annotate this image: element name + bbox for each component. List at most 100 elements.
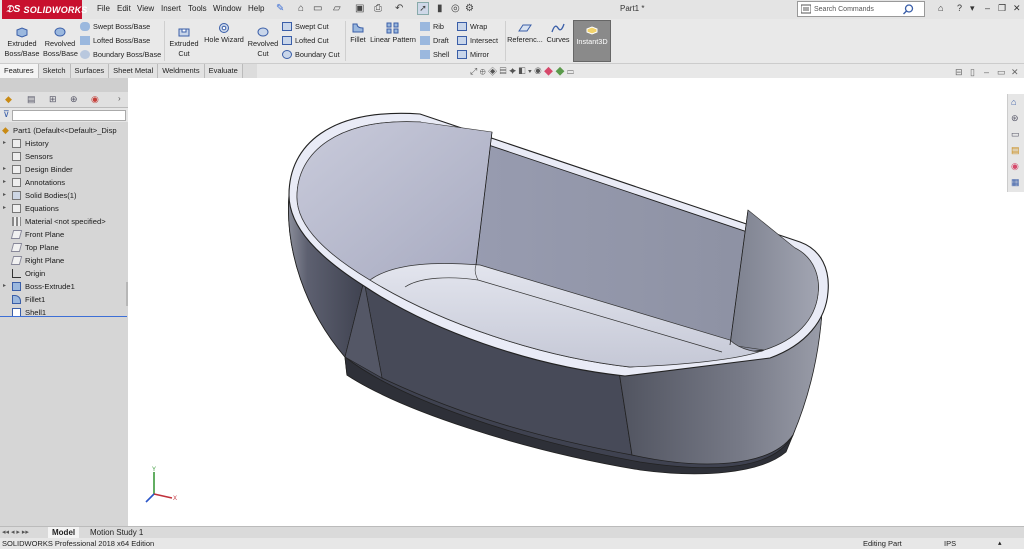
rollback-bar[interactable] [0,316,127,317]
minimize-icon[interactable]: – [985,3,990,13]
lofted-cut-button[interactable]: Lofted Cut [282,36,329,45]
apply-scene-icon[interactable]: ◆ [556,66,565,76]
reference-geometry-button[interactable]: Referenc... [507,22,543,45]
intersect-button[interactable]: Intersect [457,36,498,45]
expand-arrow-icon[interactable]: ▸ [3,202,6,215]
tree-item-boss-extrude1[interactable]: ▸ Boss-Extrude1 [0,280,128,293]
dimxpert-icon[interactable]: ⊕ [70,94,78,105]
tab-surfaces[interactable]: Surfaces [70,64,110,78]
menu-help[interactable]: Help [248,4,264,13]
zoom-area-icon[interactable]: ⊕ [480,66,486,76]
section-view-icon[interactable]: ▤ [500,66,507,76]
rebuild-icon[interactable]: ◎ [451,3,460,14]
graphics-area[interactable]: Y X [128,78,1024,526]
expand-arrow-icon[interactable]: ▸ [3,163,6,176]
account-icon[interactable]: ⌂ [938,3,943,13]
help-dropdown-icon[interactable]: ▾ [970,3,975,14]
design-library-icon[interactable]: ⊛ [1011,113,1019,124]
home-icon[interactable]: ⌂ [298,3,304,14]
tree-item-history[interactable]: ▸ History [0,137,128,150]
swept-boss-button[interactable]: Swept Boss/Base [80,22,150,31]
menu-view[interactable]: View [137,4,154,13]
shell-button[interactable]: Shell [420,50,449,59]
expand-arrow-icon[interactable]: ▸ [3,280,6,293]
print-icon[interactable]: ⎙ [374,3,382,14]
file-explorer-icon[interactable]: ▭ [1011,129,1020,140]
select-icon[interactable]: ➚ [417,2,429,15]
tab-evaluate[interactable]: Evaluate [204,64,243,78]
property-manager-icon[interactable]: ▤ [27,94,36,105]
menu-tools[interactable]: Tools [188,4,207,13]
tree-item-right-plane[interactable]: Right Plane [0,254,128,267]
filter-icon[interactable]: ⊽ [3,109,10,120]
expand-arrow-icon[interactable]: ▸ [3,176,6,189]
zoom-fit-icon[interactable]: ⤢ [470,66,477,76]
tree-item-design-binder[interactable]: ▸ Design Binder [0,163,128,176]
undo-icon[interactable]: ↶ [395,3,403,14]
menu-window[interactable]: Window [213,4,241,13]
configuration-manager-icon[interactable]: ⊞ [49,94,57,105]
help-icon[interactable]: ? [957,3,962,13]
hide-show-icon[interactable]: ◉ [534,66,541,76]
view-orientation-icon[interactable]: ◧ [519,66,526,76]
feature-manager-icon[interactable]: ◆ [5,94,12,105]
search-icon[interactable] [903,4,914,17]
menu-file[interactable]: File [97,4,110,13]
tab-weldments[interactable]: Weldments [158,64,205,78]
viewport-restore-icon[interactable]: ⊟ [955,67,963,78]
appearances-icon[interactable]: ◉ [1011,161,1019,172]
dynamic-annotation-icon[interactable]: ✦ [509,66,516,76]
swept-cut-button[interactable]: Swept Cut [282,22,329,31]
tree-item-front-plane[interactable]: Front Plane [0,228,128,241]
viewport-tile-icon[interactable]: ▯ [970,67,975,78]
boundary-boss-button[interactable]: Boundary Boss/Base [80,50,161,59]
tree-item-fillet1[interactable]: Fillet1 [0,293,128,306]
revolved-cut-button[interactable]: Revolved Cut [246,26,280,59]
tree-root-part[interactable]: ◆ Part1 (Default<<Default>_Disp [0,124,128,137]
tree-item-solid-bodies[interactable]: ▸ Solid Bodies(1) [0,189,128,202]
draft-button[interactable]: Draft [420,36,449,45]
panel-expand-icon[interactable]: › [118,94,121,103]
viewport-close-icon[interactable]: ✕ [1011,67,1019,78]
instant3d-button[interactable]: Instant3D [573,20,611,62]
tree-item-sensors[interactable]: Sensors [0,150,128,163]
open-icon[interactable]: ▱ [333,3,341,14]
revolved-boss-button[interactable]: Revolved Boss/Base [43,26,78,59]
view-settings-icon[interactable]: ▭ [567,66,574,76]
view-palette-icon[interactable]: ▤ [1011,145,1020,156]
tab-sketch[interactable]: Sketch [38,64,71,78]
resources-icon[interactable]: ⌂ [1011,97,1016,107]
status-dropdown-icon[interactable]: ▴ [998,538,1002,549]
lofted-boss-button[interactable]: Lofted Boss/Base [80,36,150,45]
expand-arrow-icon[interactable]: ▸ [3,189,6,202]
menu-edit[interactable]: Edit [117,4,131,13]
viewport-maximize-icon[interactable]: ▭ [997,67,1006,78]
traffic-light-icon[interactable]: ▮ [437,3,443,14]
tree-item-annotations[interactable]: ▸ Annotations [0,176,128,189]
custom-properties-icon[interactable]: ▦ [1011,177,1020,188]
tree-item-shell1[interactable]: Shell1 [0,306,128,319]
curves-button[interactable]: Curves [544,22,572,45]
tab-features[interactable]: Features [0,64,39,78]
edit-appearance-icon[interactable]: ◆ [544,66,553,76]
status-units[interactable]: IPS [944,538,956,549]
display-style-icon[interactable]: ▾ [528,66,532,76]
search-commands-input[interactable]: Search Commands [797,1,925,17]
hole-wizard-button[interactable]: Hole Wizard [202,22,246,45]
pin-icon[interactable]: ✎ [276,3,284,14]
tree-filter-input[interactable] [12,110,126,121]
restore-icon[interactable]: ❐ [998,3,1006,14]
save-icon[interactable]: ▣ [355,3,364,14]
tree-item-equations[interactable]: ▸ Equations [0,202,128,215]
tree-item-material[interactable]: Material <not specified> [0,215,128,228]
tree-item-top-plane[interactable]: Top Plane [0,241,128,254]
menu-insert[interactable]: Insert [161,4,181,13]
fillet-button[interactable]: Fillet [347,22,369,45]
rib-button[interactable]: Rib [420,22,444,31]
tab-sheet-metal[interactable]: Sheet Metal [109,64,159,78]
tree-item-origin[interactable]: Origin [0,267,128,280]
solidworks-logo[interactable]: 𝔇S SOLIDWORKS [2,0,87,19]
extruded-cut-button[interactable]: Extruded Cut [166,26,202,59]
close-icon[interactable]: ✕ [1013,3,1021,14]
options-icon[interactable]: ⚙ [465,3,474,14]
